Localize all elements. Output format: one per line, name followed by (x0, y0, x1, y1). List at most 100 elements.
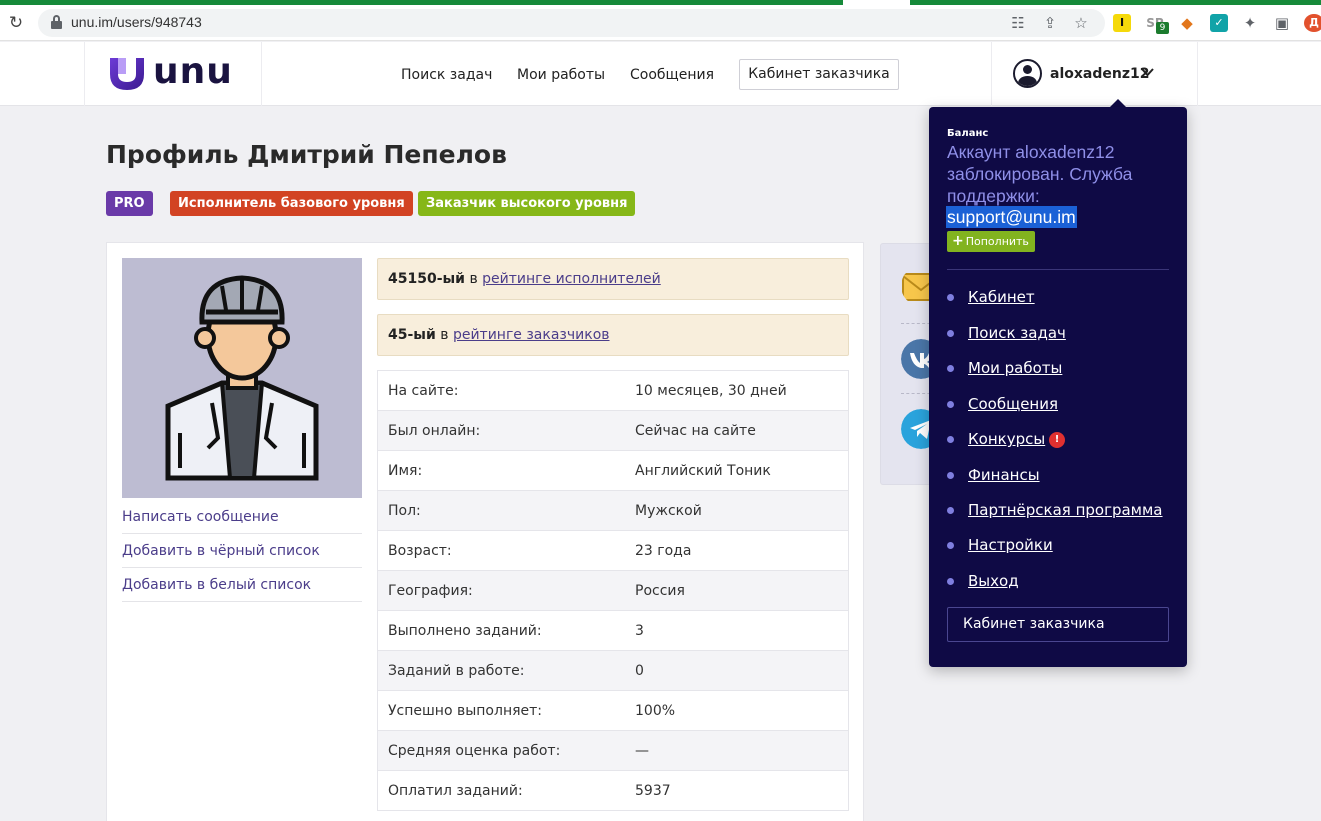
nav-my-works[interactable]: Мои работы (517, 67, 605, 83)
menu-item-label[interactable]: Сообщения (968, 395, 1058, 413)
row-key: Возраст: (388, 543, 452, 559)
row-value: 100% (635, 703, 676, 719)
table-row: Оплатил заданий: 5937 (378, 771, 848, 811)
row-value: Английский Тоник (635, 463, 771, 479)
menu-item-cabinet[interactable]: Кабинет (947, 287, 1177, 309)
menu-item-label[interactable]: Кабинет (968, 288, 1035, 306)
menu-item-search-tasks[interactable]: Поиск задач (947, 323, 1177, 345)
table-row: Был онлайн: Сейчас на сайте (378, 411, 848, 451)
chevron-down-icon[interactable] (1141, 67, 1154, 77)
topup-button[interactable]: + Пополнить (947, 231, 1035, 252)
support-email[interactable]: support@unu.im (946, 206, 1077, 228)
row-key: Заданий в работе: (388, 663, 525, 679)
executor-rating-in: в (469, 271, 478, 287)
add-to-whitelist-link[interactable]: Добавить в белый список (122, 568, 362, 602)
executor-rating-link[interactable]: рейтинге исполнителей (482, 271, 661, 287)
metamask-fox-icon[interactable]: ◆ (1178, 14, 1196, 32)
yandex-extension-icon[interactable]: I (1113, 14, 1131, 32)
menu-item-finances[interactable]: Финансы (947, 465, 1177, 487)
row-key: Оплатил заданий: (388, 783, 523, 799)
bullet-icon (947, 330, 954, 337)
username-menu[interactable]: aloxadenz12 (1050, 66, 1149, 82)
row-value: 0 (635, 663, 644, 679)
table-row: Успешно выполняет: 100% (378, 691, 848, 731)
page-title: Профиль Дмитрий Пепелов (106, 140, 507, 169)
alert-icon: ! (1049, 432, 1065, 448)
menu-item-label[interactable]: Финансы (968, 466, 1040, 484)
table-row: Выполнено заданий: 3 (378, 611, 848, 651)
profile-avatar-icon[interactable]: Д (1304, 14, 1321, 32)
table-row: Возраст: 23 года (378, 531, 848, 571)
lock-icon[interactable] (51, 15, 62, 29)
profile-avatar-image (122, 258, 362, 498)
menu-item-my-works[interactable]: Мои работы (947, 358, 1177, 380)
bullet-icon (947, 401, 954, 408)
menu-item-messages[interactable]: Сообщения (947, 394, 1177, 416)
row-value: 3 (635, 623, 644, 639)
menu-item-partner-program[interactable]: Партнёрская программа (947, 500, 1177, 522)
customer-rating-link[interactable]: рейтинге заказчиков (453, 327, 610, 343)
plus-icon: + (952, 233, 964, 249)
browser-toolbar: ↻ unu.im/users/948743 ☷ ⇪ ☆ I SP ◆ ✓ ✦ ▣… (0, 5, 1321, 41)
menu-item-contests[interactable]: Конкурсы! (947, 429, 1177, 451)
side-panel-icon[interactable]: ▣ (1273, 14, 1291, 32)
bullet-icon (947, 294, 954, 301)
table-row: Пол: Мужской (378, 491, 848, 531)
row-value: Сейчас на сайте (635, 423, 756, 439)
row-key: Имя: (388, 463, 423, 479)
sp-extension-badge: 9 (1156, 22, 1169, 34)
url-text[interactable]: unu.im/users/948743 (71, 14, 202, 30)
profile-info-table: На сайте: 10 месяцев, 30 дней Был онлайн:… (377, 370, 849, 811)
share-icon[interactable]: ⇪ (1041, 14, 1059, 32)
bookmark-star-icon[interactable]: ☆ (1072, 14, 1090, 32)
puzzle-extensions-icon[interactable]: ✦ (1241, 14, 1259, 32)
menu-item-label[interactable]: Партнёрская программа (968, 501, 1163, 519)
row-value: Мужской (635, 503, 702, 519)
unu-logo-text[interactable]: unu (153, 51, 233, 92)
nav-messages[interactable]: Сообщения (630, 67, 714, 83)
menu-item-label[interactable]: Конкурсы (968, 430, 1045, 448)
dropdown-divider (947, 269, 1169, 270)
customer-rating: 45-ый в рейтинге заказчиков (377, 314, 849, 356)
customer-rating-in: в (440, 327, 449, 343)
user-avatar-icon[interactable] (1013, 59, 1042, 88)
add-to-blacklist-link[interactable]: Добавить в чёрный список (122, 534, 362, 568)
bullet-icon (947, 436, 954, 443)
menu-item-label[interactable]: Настройки (968, 536, 1053, 554)
dropdown-caret (1110, 99, 1126, 107)
table-row: Заданий в работе: 0 (378, 651, 848, 691)
extension-teal-icon[interactable]: ✓ (1210, 14, 1228, 32)
row-key: Пол: (388, 503, 421, 519)
menu-item-logout[interactable]: Выход (947, 571, 1177, 593)
row-key: Выполнено заданий: (388, 623, 542, 639)
dropdown-customer-cabinet-button[interactable]: Кабинет заказчика (947, 607, 1169, 642)
menu-item-label[interactable]: Выход (968, 572, 1019, 590)
table-row: На сайте: 10 месяцев, 30 дней (378, 371, 848, 411)
topup-label: Пополнить (965, 235, 1029, 248)
unu-logo-icon[interactable] (108, 56, 146, 92)
row-value: 23 года (635, 543, 692, 559)
bullet-icon (947, 472, 954, 479)
table-row: География: Россия (378, 571, 848, 611)
bullet-icon (947, 365, 954, 372)
menu-item-label[interactable]: Поиск задач (968, 324, 1066, 342)
address-bar[interactable]: unu.im/users/948743 ☷ ⇪ ☆ (38, 9, 1105, 37)
nav-search-tasks[interactable]: Поиск задач (401, 67, 492, 83)
menu-item-label[interactable]: Мои работы (968, 359, 1062, 377)
translate-icon[interactable]: ☷ (1009, 14, 1027, 32)
reload-icon[interactable]: ↻ (6, 13, 26, 33)
row-key: Успешно выполняет: (388, 703, 543, 719)
menu-item-settings[interactable]: Настройки (947, 535, 1177, 557)
row-value: 5937 (635, 783, 671, 799)
pro-badge: PRO (106, 191, 153, 216)
bullet-icon (947, 542, 954, 549)
executor-rank: 45150-ый (388, 271, 465, 287)
customer-cabinet-button[interactable]: Кабинет заказчика (739, 59, 899, 90)
customer-level-badge: Заказчик высокого уровня (418, 191, 636, 216)
write-message-link[interactable]: Написать сообщение (122, 500, 362, 534)
row-key: Средняя оценка работ: (388, 743, 561, 759)
balance-label: Баланс (947, 128, 989, 139)
row-value: — (635, 743, 649, 759)
row-key: География: (388, 583, 473, 599)
executor-rating: 45150-ый в рейтинге исполнителей (377, 258, 849, 300)
